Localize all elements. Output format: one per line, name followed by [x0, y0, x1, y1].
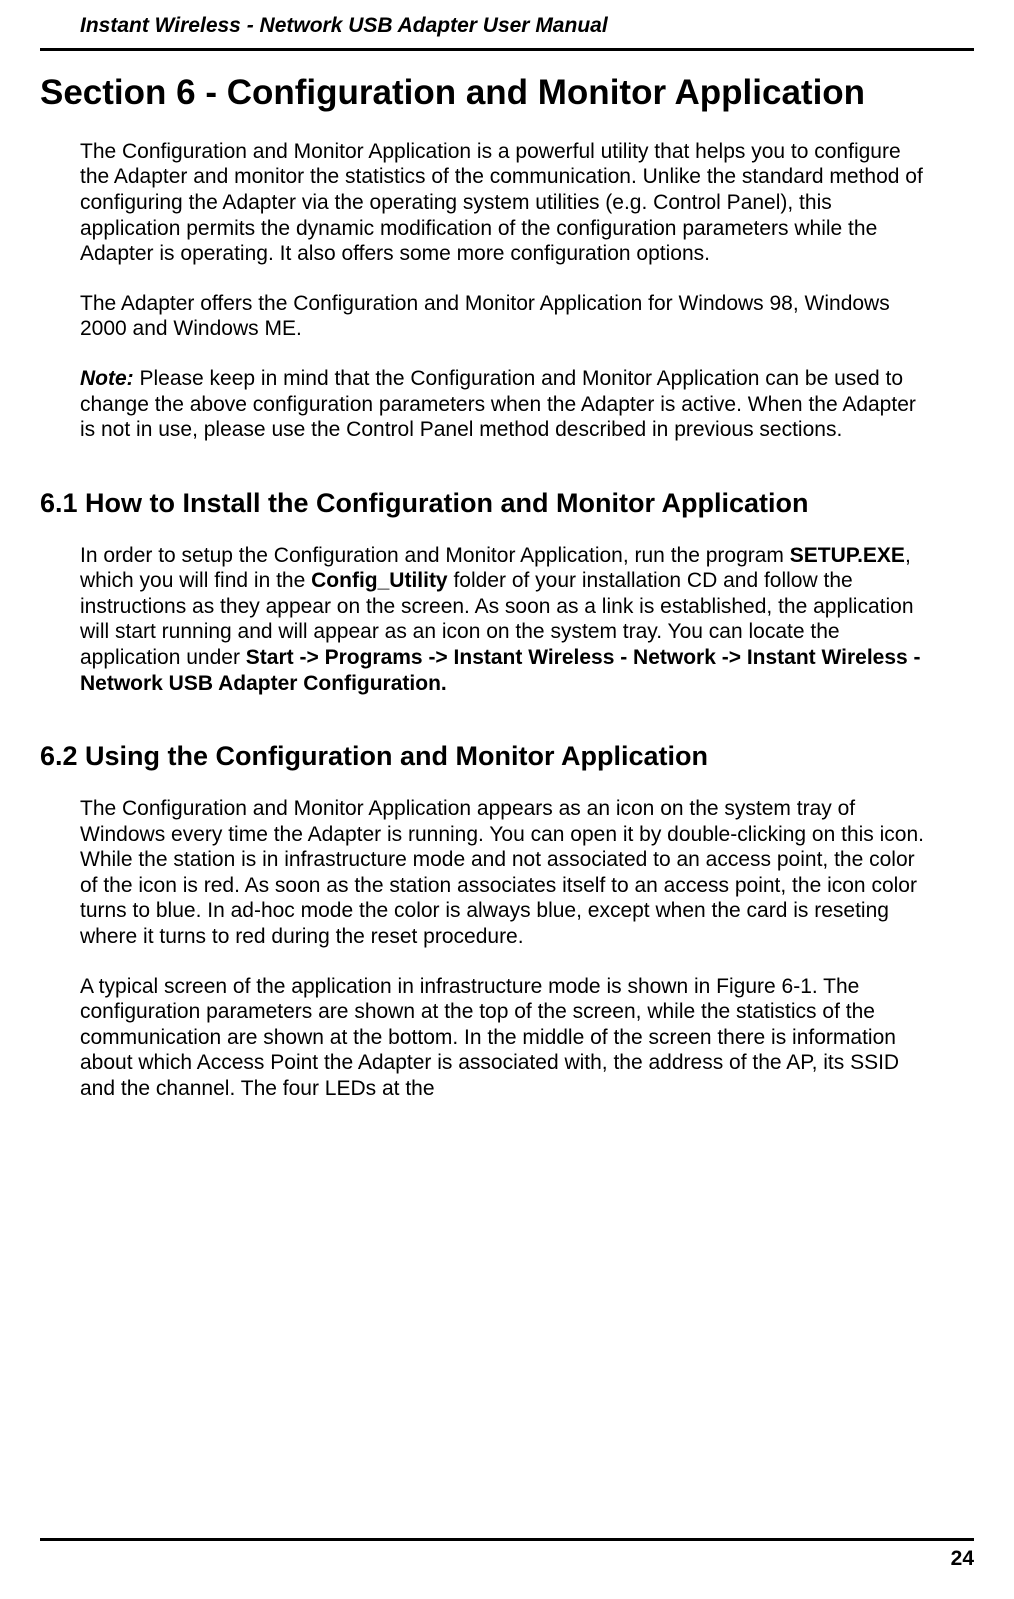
- document-header: Instant Wireless - Network USB Adapter U…: [40, 0, 974, 51]
- note-text: Please keep in mind that the Configurati…: [80, 367, 916, 441]
- bold-setup-exe: SETUP.EXE: [790, 544, 905, 567]
- footer-divider: [40, 1538, 974, 1541]
- text-a: In order to setup the Configuration and …: [80, 544, 790, 567]
- note-label: Note:: [80, 367, 134, 390]
- paragraph-1: The Configuration and Monitor Applicatio…: [40, 139, 934, 267]
- paragraph-2: The Adapter offers the Configuration and…: [40, 291, 934, 342]
- subsection-6-1-title: 6.1 How to Install the Configuration and…: [40, 487, 934, 521]
- bold-config-utility: Config_Utility: [311, 569, 448, 592]
- subsection-6-2-title: 6.2 Using the Configuration and Monitor …: [40, 740, 934, 774]
- section-title: Section 6 - Configuration and Monitor Ap…: [40, 71, 934, 115]
- document-content: Section 6 - Configuration and Monitor Ap…: [0, 51, 1014, 1102]
- subsection-6-2-paragraph-2: A typical screen of the application in i…: [40, 974, 934, 1102]
- subsection-6-1-paragraph: In order to setup the Configuration and …: [40, 543, 934, 697]
- page-number: 24: [951, 1547, 974, 1571]
- document-header-title: Instant Wireless - Network USB Adapter U…: [80, 14, 934, 38]
- subsection-6-2-paragraph-1: The Configuration and Monitor Applicatio…: [40, 796, 934, 950]
- note-paragraph: Note: Please keep in mind that the Confi…: [40, 366, 934, 443]
